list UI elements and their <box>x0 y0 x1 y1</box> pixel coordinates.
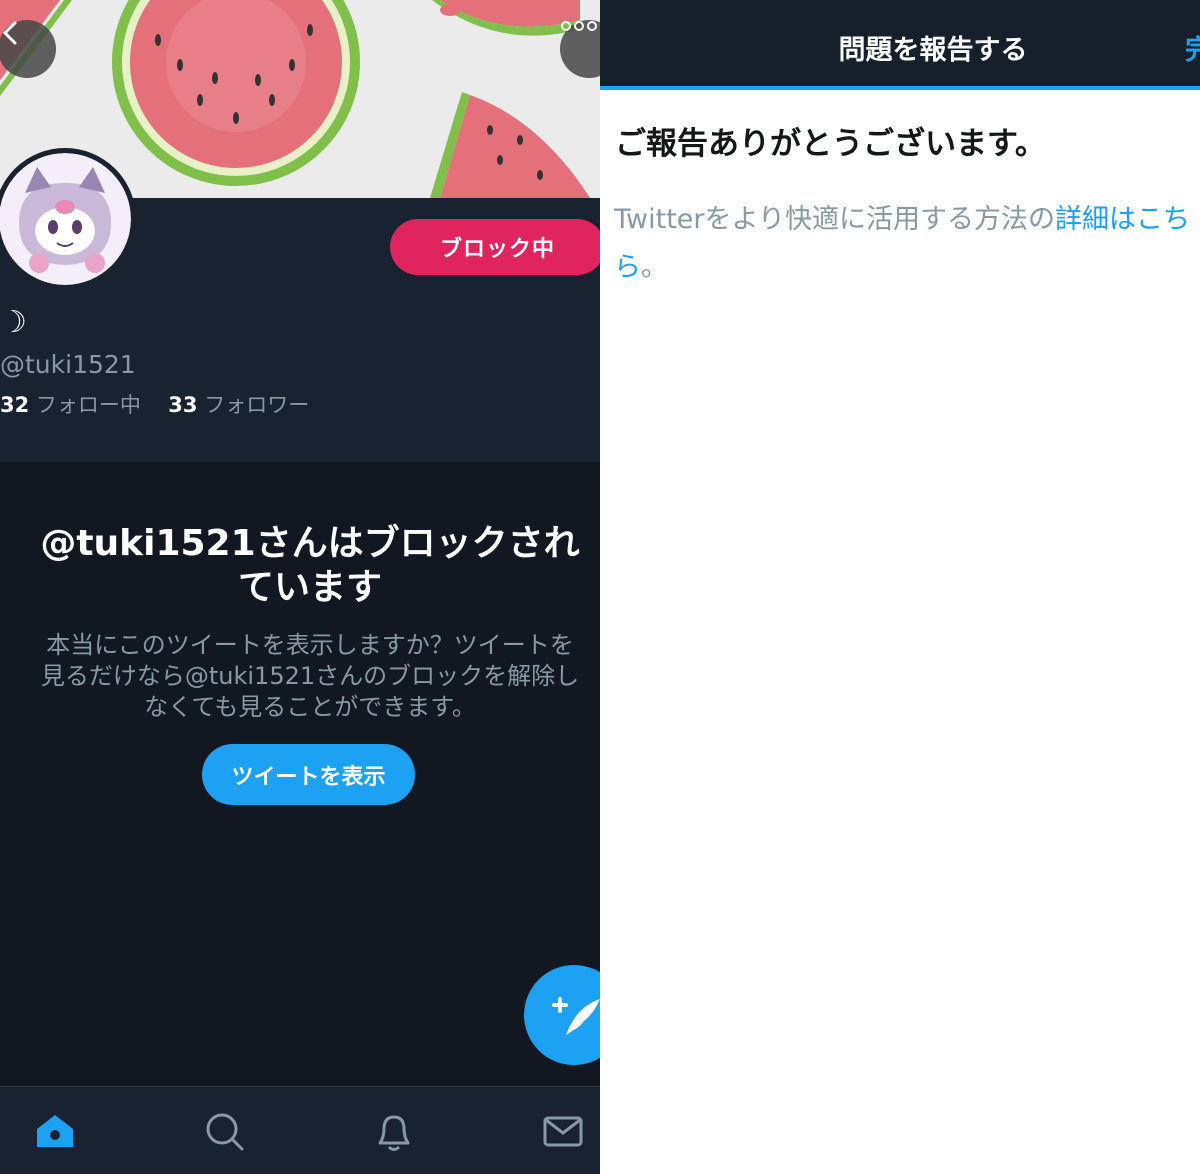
report-panel: 問題を報告する 完 ご報告ありがとうございます。 Twitterをより快適に活用… <box>600 0 1200 1174</box>
done-button[interactable]: 完 <box>1185 28 1200 67</box>
tab-search[interactable] <box>202 1109 246 1153</box>
thanks-message: ご報告ありがとうございます。 <box>615 126 1046 162</box>
follow-stats: 32 フォロー中 33 フォロワー <box>0 389 309 419</box>
followers-count: 33 <box>168 393 198 417</box>
report-title: 問題を報告する <box>838 35 1028 66</box>
avatar-image <box>0 153 131 285</box>
bottom-tab-bar <box>0 1086 600 1174</box>
following-label: フォロー中 <box>35 393 141 417</box>
info-text: Twitterをより快適に活用する方法の詳細はこちら。 <box>614 196 1200 292</box>
chevron-left-icon <box>2 21 17 45</box>
blocked-description: 本当にこのツイートを表示しますか？ツイートを見るだけなら@tuki1521さんの… <box>40 631 580 721</box>
info-text-suffix: 。 <box>641 252 668 283</box>
tab-home[interactable] <box>33 1109 77 1153</box>
header-divider <box>600 86 1200 90</box>
tab-messages[interactable] <box>541 1109 585 1153</box>
blocked-title: @tuki1521さんはブロックされています <box>40 523 580 608</box>
avatar[interactable] <box>0 148 136 290</box>
compose-tweet-icon <box>552 997 600 1035</box>
followers-stat[interactable]: 33 フォロワー <box>168 393 309 417</box>
display-name: ☽ <box>0 305 27 340</box>
mail-icon <box>543 1116 583 1147</box>
back-button[interactable] <box>0 20 56 78</box>
blocked-button[interactable]: ブロック中 <box>390 219 600 275</box>
following-count: 32 <box>0 393 30 417</box>
tab-notifications[interactable] <box>372 1109 416 1153</box>
home-icon <box>37 1115 73 1147</box>
bell-icon <box>378 1115 410 1151</box>
followers-label: フォロワー <box>204 393 310 417</box>
profile-panel: ブロック中 ☽ @tuki1521 32 フォロー中 33 フォロワー @tuk… <box>0 0 600 1174</box>
compose-tweet-button[interactable] <box>524 965 600 1065</box>
search-icon <box>206 1113 244 1151</box>
info-text-body: Twitterをより快適に活用する方法の <box>614 204 1055 235</box>
more-horizontal-icon <box>561 21 597 31</box>
profile-handle: @tuki1521 <box>0 350 136 379</box>
following-stat[interactable]: 32 フォロー中 <box>0 393 141 417</box>
view-tweets-button[interactable]: ツイートを表示 <box>202 744 415 805</box>
